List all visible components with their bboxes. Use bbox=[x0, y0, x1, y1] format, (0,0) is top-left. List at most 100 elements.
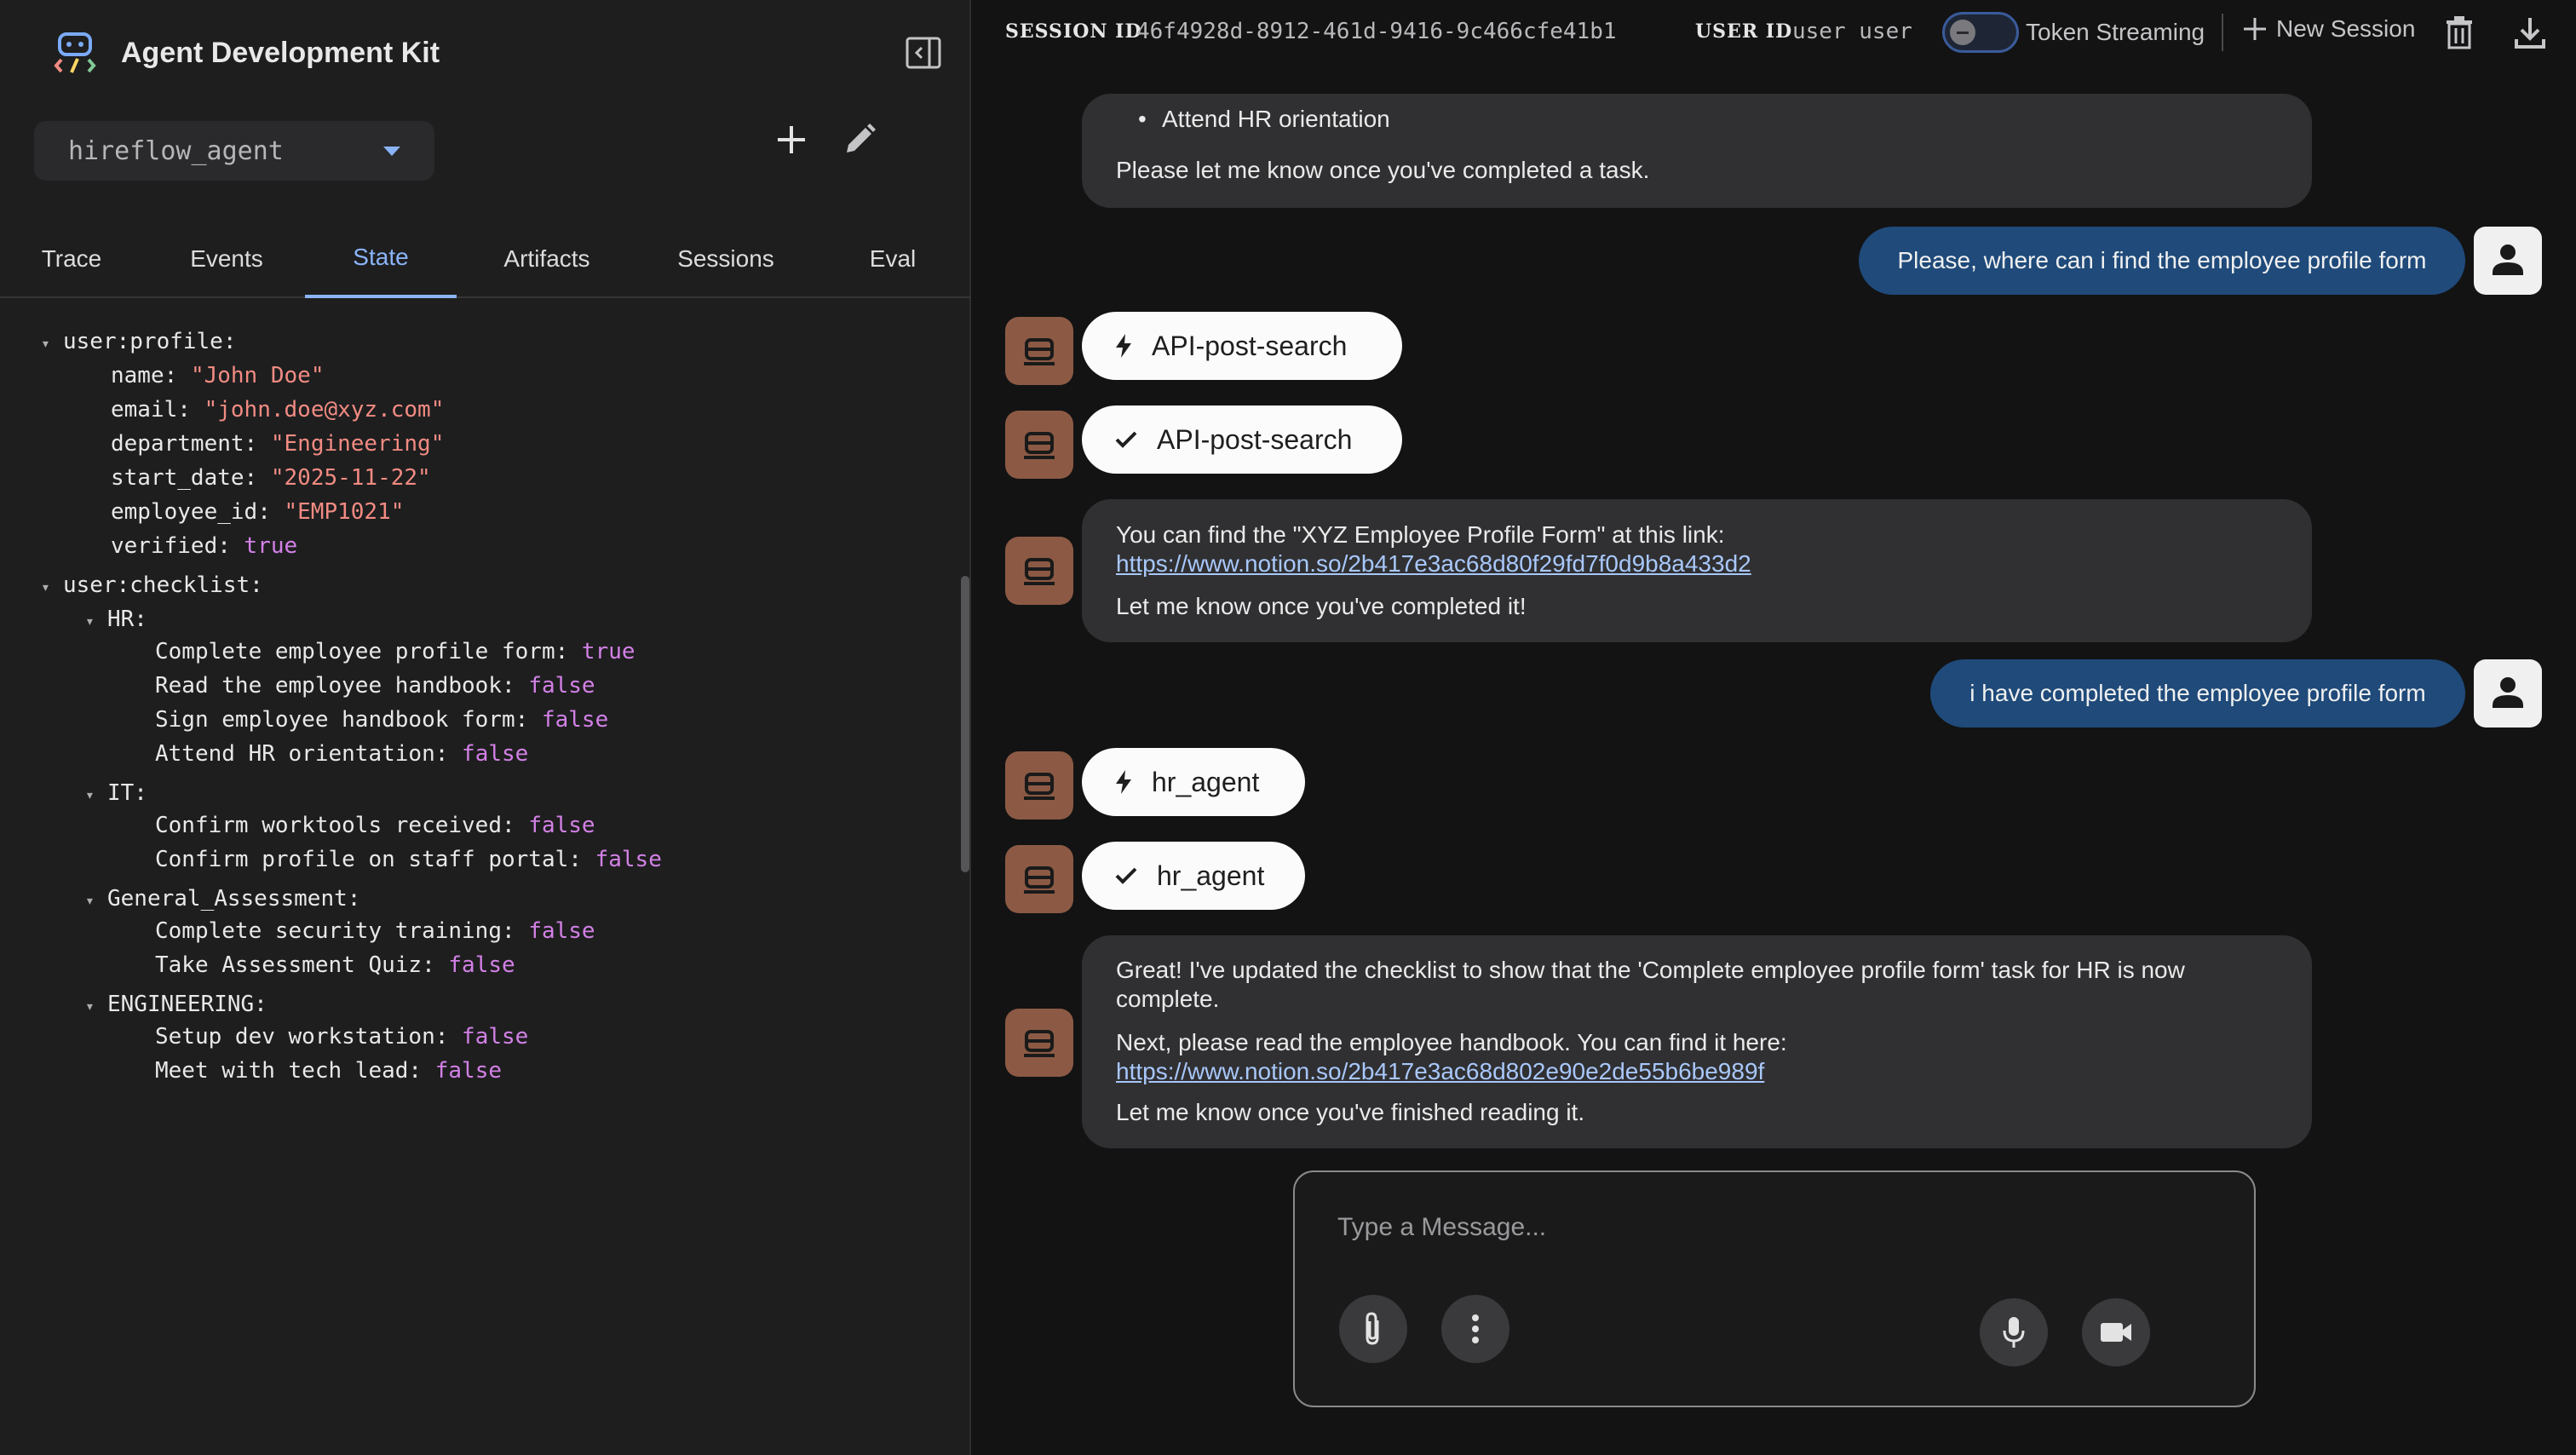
item-value: false bbox=[528, 918, 595, 944]
tab-sessions[interactable]: Sessions bbox=[649, 220, 802, 298]
user-message: i have completed the employee profile fo… bbox=[1930, 659, 2465, 728]
entry-value: "EMP1021" bbox=[284, 499, 405, 525]
side-panel: Agent Development Kit hireflow_agent Tra… bbox=[0, 0, 971, 1455]
bot-avatar bbox=[1005, 317, 1073, 385]
toggle-knob bbox=[1950, 20, 1975, 45]
edit-pencil-icon[interactable] bbox=[842, 122, 877, 158]
entry-value: "John Doe" bbox=[190, 363, 325, 388]
bot-message: You can find the "XYZ Employee Profile F… bbox=[1082, 499, 2312, 642]
chevron-down-icon: ▾ bbox=[85, 786, 95, 804]
robot-icon bbox=[1024, 558, 1055, 585]
delete-trash-icon[interactable] bbox=[2445, 15, 2474, 49]
checklist-item: Sign employee handbook form: false bbox=[155, 707, 609, 733]
profile-form-link[interactable]: https://www.notion.so/2b417e3ac68d80f29f… bbox=[1116, 550, 1751, 578]
tree-node[interactable]: ▾ IT: bbox=[85, 779, 147, 808]
item-key: Confirm worktools received bbox=[155, 813, 502, 838]
tool-name: API-post-search bbox=[1152, 330, 1348, 361]
item-key: Setup dev workstation bbox=[155, 1024, 435, 1050]
chevron-down-icon: ▾ bbox=[41, 335, 50, 353]
user-avatar bbox=[2474, 659, 2542, 728]
check-icon bbox=[1114, 429, 1138, 450]
item-value: false bbox=[462, 1024, 529, 1050]
video-button[interactable] bbox=[2082, 1298, 2150, 1366]
state-entry: email: "john.doe@xyz.com" bbox=[111, 397, 445, 423]
checklist-item: Read the employee handbook: false bbox=[155, 673, 595, 699]
item-key: Take Assessment Quiz bbox=[155, 952, 423, 978]
tool-result-chip[interactable]: API-post-search bbox=[1082, 405, 1402, 474]
item-key: Sign employee handbook form bbox=[155, 707, 515, 733]
token-streaming-toggle[interactable] bbox=[1942, 12, 2019, 53]
entry-key: name bbox=[111, 363, 164, 388]
message-composer bbox=[1293, 1170, 2256, 1407]
state-scrollbar[interactable] bbox=[961, 576, 969, 872]
collapse-panel-icon[interactable] bbox=[905, 36, 942, 70]
bot-avatar bbox=[1005, 537, 1073, 605]
agent-select[interactable]: hireflow_agent bbox=[34, 121, 434, 181]
microphone-button[interactable] bbox=[1980, 1298, 2048, 1366]
group-key: HR: bbox=[107, 607, 147, 632]
tab-state[interactable]: State bbox=[305, 220, 457, 298]
checklist-item: Take Assessment Quiz: false bbox=[155, 952, 515, 978]
entry-key: verified bbox=[111, 533, 218, 559]
message-text: Great! I've updated the checklist to sho… bbox=[1116, 957, 2185, 1012]
chevron-down-icon: ▾ bbox=[85, 892, 95, 910]
handbook-link[interactable]: https://www.notion.so/2b417e3ac68d802e90… bbox=[1116, 1058, 1764, 1085]
item-value: false bbox=[528, 813, 595, 838]
tree-key: user:profile: bbox=[63, 329, 237, 354]
new-session-button[interactable]: New Session bbox=[2242, 15, 2415, 43]
message-text: You can find the "XYZ Employee Profile F… bbox=[1116, 521, 1725, 548]
chevron-down-icon bbox=[383, 147, 400, 156]
tab-trace[interactable]: Trace bbox=[0, 220, 143, 298]
bot-avatar bbox=[1005, 845, 1073, 913]
session-bar: SESSION ID 46f4928d-8912-461d-9416-9c466… bbox=[973, 0, 2576, 65]
tree-node[interactable]: ▾ user:checklist: bbox=[41, 571, 263, 600]
entry-value: "john.doe@xyz.com" bbox=[204, 397, 445, 423]
tree-node[interactable]: ▾ ENGINEERING: bbox=[85, 990, 267, 1019]
tool-result-chip[interactable]: hr_agent bbox=[1082, 842, 1305, 910]
user-message: Please, where can i find the employee pr… bbox=[1859, 227, 2465, 295]
attach-button[interactable] bbox=[1339, 1295, 1407, 1363]
message-text: i have completed the employee profile fo… bbox=[1969, 680, 2426, 706]
tree-node[interactable]: ▾ General_Assessment: bbox=[85, 884, 360, 913]
tool-call-chip[interactable]: API-post-search bbox=[1082, 312, 1402, 380]
bot-avatar bbox=[1005, 1009, 1073, 1077]
robot-icon bbox=[1024, 432, 1055, 459]
tab-artifacts[interactable]: Artifacts bbox=[470, 220, 624, 298]
new-session-label: New Session bbox=[2276, 15, 2416, 42]
bolt-icon bbox=[1114, 333, 1133, 359]
checklist-item: Complete employee profile form: true bbox=[155, 639, 635, 664]
download-icon[interactable] bbox=[2513, 15, 2547, 49]
app-title: Agent Development Kit bbox=[121, 36, 440, 69]
check-icon bbox=[1114, 866, 1138, 886]
item-key: Attend HR orientation bbox=[155, 741, 435, 767]
bot-message: • Attend HR orientation Please let me kno… bbox=[1082, 94, 2312, 208]
message-input[interactable] bbox=[1337, 1206, 2104, 1249]
checklist-item: Confirm worktools received: false bbox=[155, 813, 595, 838]
robot-icon bbox=[1024, 1030, 1055, 1057]
entry-key: department bbox=[111, 431, 244, 457]
person-icon bbox=[2493, 677, 2523, 708]
item-key: Complete employee profile form bbox=[155, 639, 555, 664]
video-camera-icon bbox=[2101, 1323, 2131, 1342]
bot-avatar bbox=[1005, 751, 1073, 820]
add-icon[interactable] bbox=[773, 122, 809, 158]
tab-events[interactable]: Events bbox=[153, 220, 300, 298]
robot-icon bbox=[1024, 866, 1055, 894]
panel-tabs: Trace Events State Artifacts Sessions Ev… bbox=[0, 220, 971, 298]
tool-call-chip[interactable]: hr_agent bbox=[1082, 748, 1305, 816]
tree-node[interactable]: ▾ user:profile: bbox=[41, 327, 237, 356]
item-key: Meet with tech lead bbox=[155, 1058, 409, 1084]
bot-message: Great! I've updated the checklist to sho… bbox=[1082, 935, 2312, 1148]
robot-icon bbox=[1024, 773, 1055, 800]
message-text: Next, please read the employee handbook.… bbox=[1116, 1029, 1787, 1055]
agent-select-value: hireflow_agent bbox=[68, 135, 284, 166]
tab-eval[interactable]: Eval bbox=[843, 220, 942, 298]
tool-name: hr_agent bbox=[1157, 860, 1265, 891]
more-options-button[interactable] bbox=[1441, 1295, 1509, 1363]
tree-node[interactable]: ▾ HR: bbox=[85, 605, 147, 634]
user-id-label: USER ID bbox=[1695, 20, 1793, 43]
tool-name: hr_agent bbox=[1152, 766, 1260, 797]
group-key: IT: bbox=[107, 780, 147, 806]
token-streaming-label: Token Streaming bbox=[2026, 19, 2205, 45]
user-avatar bbox=[2474, 227, 2542, 295]
